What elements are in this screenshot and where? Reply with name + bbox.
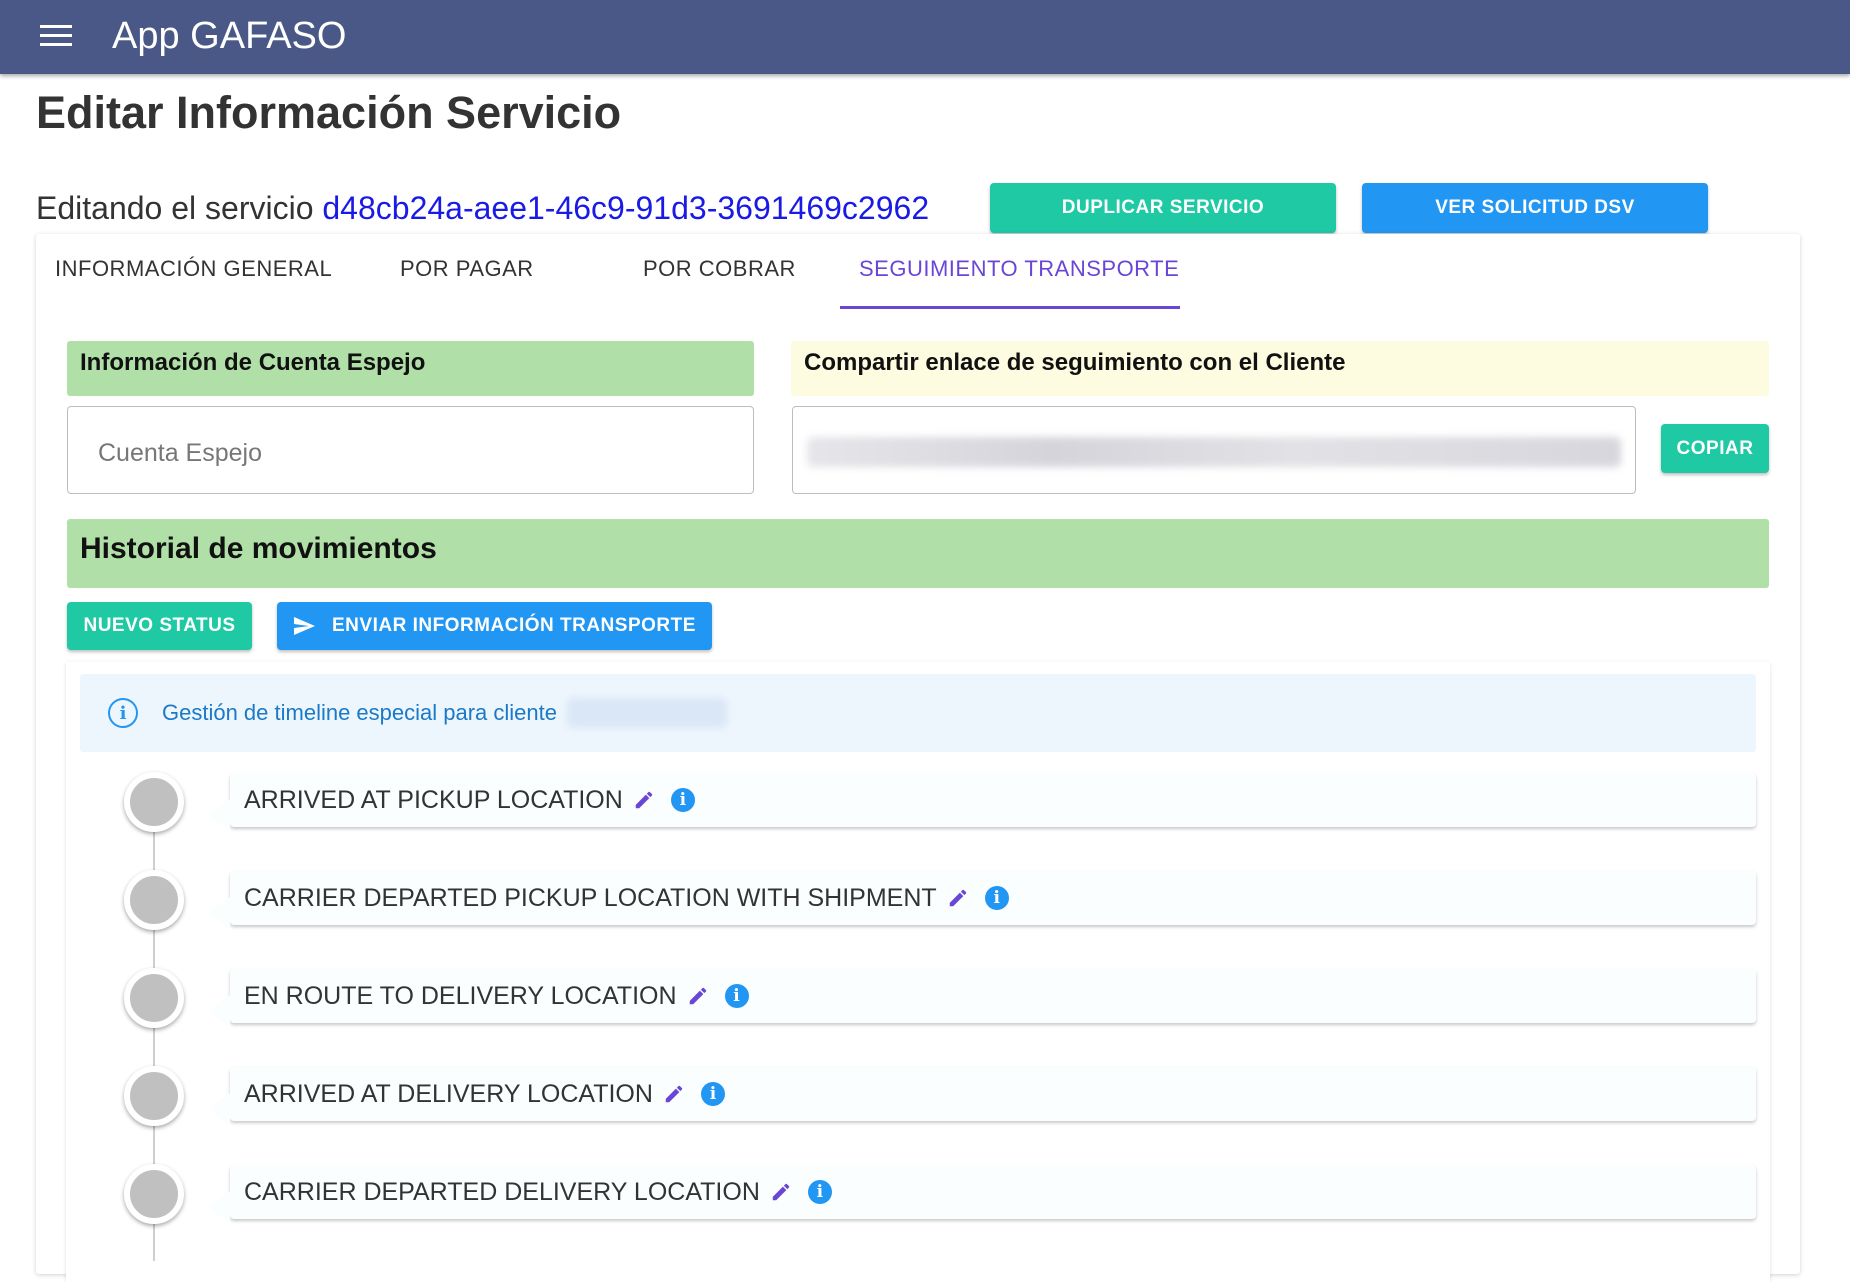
timeline-event: ARRIVED AT DELIVERY LOCATION i [208,1067,1756,1125]
view-dsv-request-button[interactable]: VER SOLICITUD DSV [1362,183,1708,233]
info-icon[interactable]: i [724,984,749,1008]
send-transport-info-label: ENVIAR INFORMACIÓN TRANSPORTE [332,615,696,636]
tab-transport-tracking[interactable]: SEGUIMIENTO TRANSPORTE [859,256,1179,282]
redacted-tracking-link [807,437,1621,467]
tracking-link-field[interactable] [792,406,1636,494]
event-label: CARRIER DEPARTED PICKUP LOCATION WITH SH… [244,883,937,912]
share-link-heading: Compartir enlace de seguimiento con el C… [791,341,1769,396]
tab-receivables[interactable]: POR COBRAR [643,256,796,282]
redacted-client-name [567,698,727,728]
event-label: ARRIVED AT DELIVERY LOCATION [244,1079,653,1108]
event-label: EN ROUTE TO DELIVERY LOCATION [244,981,677,1010]
mirror-account-input[interactable]: Cuenta Espejo [67,406,754,494]
app-title: App GAFASO [112,15,347,57]
timeline-event: EN ROUTE TO DELIVERY LOCATION i [208,969,1756,1027]
event-pointer [208,799,230,831]
event-label: CARRIER DEPARTED DELIVERY LOCATION [244,1177,760,1206]
event-pointer [208,897,230,929]
info-icon[interactable]: i [807,1180,832,1204]
timeline-dot [124,1164,184,1224]
page-title: Editar Información Servicio [36,87,622,138]
info-icon[interactable]: i [984,886,1009,910]
editing-service-line: Editando el servicio d48cb24a-aee1-46c9-… [36,188,929,228]
timeline-dot [124,870,184,930]
info-icon[interactable]: i [700,1082,725,1106]
pencil-icon[interactable] [633,789,655,811]
mirror-account-placeholder: Cuenta Espejo [98,439,263,467]
special-timeline-alert: i Gestión de timeline especial para clie… [80,674,1756,752]
app-bar: App GAFASO [0,0,1850,74]
info-outline-icon: i [108,698,138,728]
timeline-event: ARRIVED AT PICKUP LOCATION i [208,773,1756,831]
copy-link-button[interactable]: COPIAR [1661,424,1769,473]
event-pointer [208,1093,230,1125]
timeline-event: CARRIER DEPARTED PICKUP LOCATION WITH SH… [208,871,1756,929]
timeline-dot [124,772,184,832]
tab-payables[interactable]: POR PAGAR [400,256,534,282]
pencil-icon[interactable] [947,887,969,909]
event-pointer [208,1191,230,1223]
new-status-button[interactable]: NUEVO STATUS [67,602,252,650]
pencil-icon[interactable] [687,985,709,1007]
send-transport-info-button[interactable]: ENVIAR INFORMACIÓN TRANSPORTE [277,602,712,650]
editing-prefix: Editando el servicio [36,190,314,226]
timeline-dot [124,1066,184,1126]
pencil-icon[interactable] [663,1083,685,1105]
active-tab-indicator [840,306,1180,309]
timeline-dot [124,968,184,1028]
service-id: d48cb24a-aee1-46c9-91d3-3691469c2962 [322,190,930,226]
duplicate-service-button[interactable]: DUPLICAR SERVICIO [990,183,1336,233]
event-pointer [208,995,230,1027]
pencil-icon[interactable] [770,1181,792,1203]
send-icon [294,617,315,635]
info-icon[interactable]: i [670,788,695,812]
tab-general-info[interactable]: INFORMACIÓN GENERAL [55,256,332,282]
menu-icon[interactable] [40,25,72,49]
timeline-event: CARRIER DEPARTED DELIVERY LOCATION i [208,1165,1756,1223]
history-heading: Historial de movimientos [67,519,1769,588]
alert-text: Gestión de timeline especial para client… [162,700,558,725]
event-label: ARRIVED AT PICKUP LOCATION [244,785,623,814]
mirror-account-heading: Información de Cuenta Espejo [67,341,754,396]
